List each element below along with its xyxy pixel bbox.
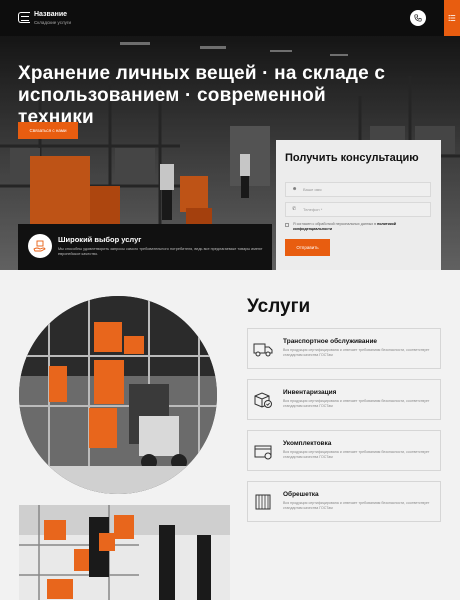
service-card[interactable]: Укомплектовка Вся продукция сертифициров… [247, 430, 441, 471]
feature-card: Широкий выбор услуг Мы способны удовлетв… [18, 224, 272, 270]
name-field[interactable]: ☻ Ваше имя [285, 182, 431, 197]
consultation-form: Получить консультацию ☻ Ваше имя ✆ Телеф… [276, 140, 441, 270]
service-title: Обрешетка [283, 491, 319, 498]
services-title: Услуги [247, 296, 311, 317]
phone-icon [414, 14, 422, 22]
consent-text: Я согласен с обработкой персональных дан… [293, 222, 377, 226]
service-card[interactable]: Инвентаризация Вся продукция сертифициро… [247, 379, 441, 420]
consent-checkbox-row[interactable]: Я согласен с обработкой персональных дан… [285, 222, 431, 232]
forklift-photo [19, 296, 217, 494]
top-header: Название Складские услуги [0, 0, 460, 36]
feature-text: Мы способны удовлетворить запросы самого… [58, 247, 263, 257]
phone-placeholder: Телефон * [303, 207, 323, 212]
crate-icon [255, 494, 271, 510]
brand-title[interactable]: Название [34, 11, 67, 18]
service-title: Инвентаризация [283, 389, 337, 396]
service-title: Укомплектовка [283, 440, 332, 447]
service-text: Вся продукция сертифицирована и отвечает… [283, 450, 430, 459]
box-hand-icon [28, 234, 52, 258]
service-card[interactable]: Транспортное обслуживание Вся продукция … [247, 328, 441, 369]
phone-icon: ✆ [292, 206, 297, 212]
page: Название Складские услуги Хранение личны… [0, 0, 460, 600]
hero-title: Хранение личных вещей · на складе с испо… [18, 63, 386, 128]
feature-title: Широкий выбор услуг [58, 235, 142, 244]
consent-checkbox[interactable] [285, 223, 289, 227]
contact-us-button[interactable]: Связаться с нами [18, 122, 78, 139]
user-icon: ☻ [292, 186, 298, 192]
name-placeholder: Ваше имя [303, 187, 322, 192]
truck-icon [253, 343, 273, 357]
service-text: Вся продукция сертифицирована и отвечает… [283, 399, 430, 408]
service-text: Вся продукция сертифицирована и отвечает… [283, 348, 430, 357]
service-card[interactable]: Обрешетка Вся продукция сертифицирована … [247, 481, 441, 522]
service-text: Вся продукция сертифицирована и отвечает… [283, 501, 430, 510]
submit-button[interactable]: Отправить [285, 239, 330, 256]
consultation-title: Получить консультацию [285, 152, 419, 164]
box-check-icon [254, 392, 272, 408]
menu-button[interactable] [444, 0, 460, 36]
package-icon [254, 445, 272, 460]
brand-subtitle: Складские услуги [34, 20, 71, 25]
phone-button[interactable] [410, 10, 426, 26]
list-icon [448, 14, 456, 22]
service-title: Транспортное обслуживание [283, 338, 378, 345]
phone-field[interactable]: ✆ Телефон * [285, 202, 431, 217]
logo-icon[interactable] [18, 12, 30, 23]
workers-photo [19, 505, 230, 600]
